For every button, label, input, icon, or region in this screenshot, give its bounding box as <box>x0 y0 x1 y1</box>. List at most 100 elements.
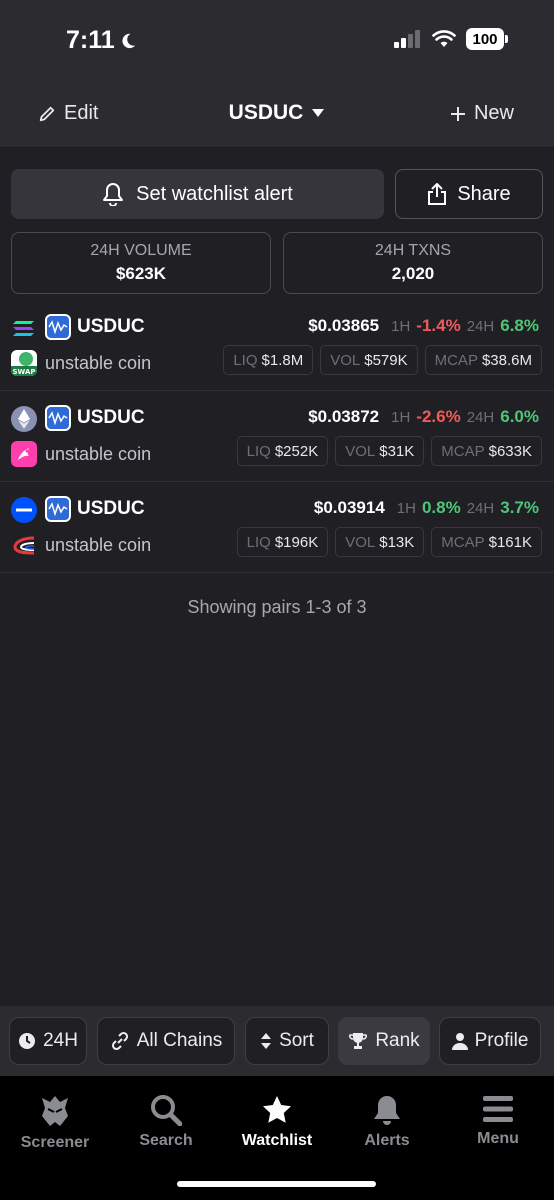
uniswap-icon <box>11 441 37 467</box>
status-bar: 7:11 100 <box>0 0 554 80</box>
mcap-metric: MCAP $38.6M <box>424 345 542 375</box>
all-chains-label: All Chains <box>136 1030 223 1051</box>
battery-tip <box>505 35 508 43</box>
liquidity-metric: LIQ $196K <box>236 527 329 557</box>
h1-label: 1H <box>391 409 411 426</box>
txns-value: 2,020 <box>391 264 435 283</box>
liq-label: LIQ <box>246 442 271 460</box>
profile-chip[interactable]: Profile <box>439 1017 541 1065</box>
sort-icon <box>261 1033 272 1049</box>
price-row: $0.03865 1H -1.4% 24H 6.8% <box>308 316 539 336</box>
status-icons: 100 <box>394 28 508 50</box>
h1-change: -1.4% <box>416 316 461 335</box>
vol-label: VOL <box>345 533 376 551</box>
signal-icon <box>394 30 420 48</box>
liq-value: $1.8M <box>261 351 304 369</box>
pair-metrics: LIQ $252K VOL $31K MCAP $633K <box>236 436 542 466</box>
base-icon <box>11 497 37 523</box>
txns-stat: 24H TXNS 2,020 <box>283 232 543 294</box>
tab-alerts[interactable]: Alerts <box>332 1094 442 1150</box>
h1-change: 0.8% <box>421 498 461 517</box>
new-watchlist-button[interactable]: New <box>450 102 514 125</box>
h24-change: 3.7% <box>500 498 539 517</box>
pair-name: unstable coin <box>45 353 152 373</box>
wifi-icon <box>432 30 456 47</box>
mcap-value: $161K <box>488 533 532 551</box>
tab-watchlist[interactable]: Watchlist <box>222 1094 332 1150</box>
mcap-label: MCAP <box>434 351 478 369</box>
tab-search[interactable]: Search <box>111 1094 221 1150</box>
swap-text: SWAP <box>13 368 36 376</box>
user-icon <box>451 1033 468 1050</box>
volume-stat: 24H VOLUME $623K <box>11 232 271 294</box>
liquidity-metric: LIQ $1.8M <box>223 345 314 375</box>
vol-label: VOL <box>345 442 376 460</box>
mcap-metric: MCAP $633K <box>431 436 542 466</box>
pair-name: unstable coin <box>45 444 152 464</box>
swap-dex-icon: SWAP <box>11 350 37 376</box>
set-watchlist-alert-button[interactable]: Set watchlist alert <box>11 169 384 219</box>
mcap-label: MCAP <box>441 442 485 460</box>
pair-metrics: LIQ $196K VOL $13K MCAP $161K <box>236 527 542 557</box>
tab-watchlist-label: Watchlist <box>241 1132 313 1149</box>
bell-icon <box>103 183 124 206</box>
pair-name: unstable coin <box>45 535 152 555</box>
tab-menu-label: Menu <box>477 1130 519 1147</box>
h24-change: 6.0% <box>500 407 539 426</box>
top-bar: Edit USDUC New <box>0 80 554 148</box>
tab-alerts-label: Alerts <box>364 1132 410 1149</box>
usduc-token-icon <box>45 314 71 340</box>
rank-chip[interactable]: Rank <box>338 1017 430 1065</box>
tab-screener[interactable]: Screener <box>0 1094 110 1152</box>
trophy-icon <box>349 1033 368 1049</box>
pair-symbol: USDUC <box>77 407 145 428</box>
ethereum-icon <box>11 406 37 432</box>
filter-bar: 24H All Chains Sort Rank Profile <box>0 1006 554 1076</box>
tab-screener-label: Screener <box>20 1134 90 1151</box>
h24-label: 24H <box>466 318 495 335</box>
volume-metric: VOL $13K <box>335 527 425 557</box>
screener-logo-icon <box>42 1096 68 1126</box>
h1-label: 1H <box>391 318 411 335</box>
bell-icon <box>374 1096 400 1125</box>
share-icon <box>428 183 447 205</box>
watchlist-title: USDUC <box>228 101 304 124</box>
price-row: $0.03872 1H -2.6% 24H 6.0% <box>308 407 539 427</box>
h1-label: 1H <box>396 500 416 517</box>
clock-icon <box>19 1033 36 1049</box>
sort-label: Sort <box>279 1030 314 1051</box>
vol-label: VOL <box>330 351 361 369</box>
vol-value: $13K <box>379 533 415 551</box>
pair-row[interactable]: USDUC unstable coin $0.03872 1H -2.6% 24… <box>0 391 554 482</box>
pair-row[interactable]: USDUC unstable coin $0.03914 1H 0.8% 24H… <box>0 482 554 573</box>
battery-indicator: 100 <box>466 28 508 50</box>
pair-metrics: LIQ $1.8M VOL $579K MCAP $38.6M <box>223 345 542 375</box>
mcap-metric: MCAP $161K <box>431 527 542 557</box>
tab-menu[interactable]: Menu <box>443 1094 553 1148</box>
volume-metric: VOL $31K <box>335 436 425 466</box>
alert-label: Set watchlist alert <box>136 182 293 205</box>
tab-search-label: Search <box>139 1132 193 1149</box>
liq-value: $252K <box>274 442 319 460</box>
volume-label: 24H VOLUME <box>90 242 192 259</box>
usduc-token-icon <box>45 496 71 522</box>
liquidity-metric: LIQ $252K <box>236 436 329 466</box>
mcap-value: $633K <box>488 442 532 460</box>
timeframe-chip[interactable]: 24H <box>9 1017 87 1065</box>
battery-level: 100 <box>466 28 504 50</box>
price-row: $0.03914 1H 0.8% 24H 3.7% <box>314 498 539 518</box>
profile-label: Profile <box>474 1030 529 1051</box>
txns-label: 24H TXNS <box>374 242 452 259</box>
pair-symbol: USDUC <box>77 498 145 519</box>
status-time: 7:11 <box>66 26 137 55</box>
aerodrome-icon <box>11 532 37 558</box>
link-icon <box>111 1031 128 1051</box>
sort-chip[interactable]: Sort <box>245 1017 329 1065</box>
home-indicator <box>177 1181 376 1187</box>
share-button[interactable]: Share <box>395 169 543 219</box>
h24-label: 24H <box>466 409 495 426</box>
all-chains-chip[interactable]: All Chains <box>97 1017 235 1065</box>
new-label: New <box>473 102 514 124</box>
mcap-label: MCAP <box>441 533 485 551</box>
pair-row[interactable]: SWAP USDUC unstable coin $0.03865 1H -1.… <box>0 300 554 391</box>
